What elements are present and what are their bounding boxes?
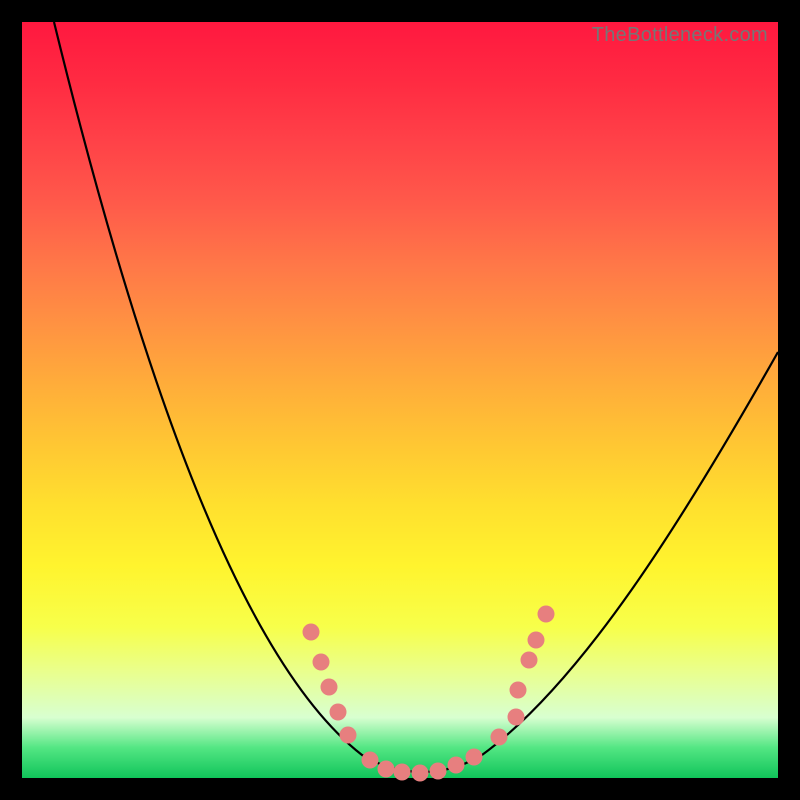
data-point bbox=[412, 765, 429, 782]
chart-svg bbox=[22, 22, 778, 778]
data-point bbox=[313, 654, 330, 671]
data-point bbox=[510, 682, 527, 699]
data-point bbox=[521, 652, 538, 669]
data-point bbox=[330, 704, 347, 721]
chart-frame: TheBottleneck.com bbox=[22, 22, 778, 778]
data-point bbox=[466, 749, 483, 766]
watermark-label: TheBottleneck.com bbox=[592, 24, 768, 47]
data-point bbox=[448, 757, 465, 774]
data-point bbox=[303, 624, 320, 641]
data-point bbox=[508, 709, 525, 726]
bottleneck-curve-path bbox=[54, 22, 778, 772]
data-point bbox=[394, 764, 411, 781]
data-point bbox=[538, 606, 555, 623]
data-points-group bbox=[303, 606, 555, 782]
data-point bbox=[378, 761, 395, 778]
data-point bbox=[362, 752, 379, 769]
data-point bbox=[430, 763, 447, 780]
data-point bbox=[340, 727, 357, 744]
data-point bbox=[491, 729, 508, 746]
data-point bbox=[528, 632, 545, 649]
data-point bbox=[321, 679, 338, 696]
